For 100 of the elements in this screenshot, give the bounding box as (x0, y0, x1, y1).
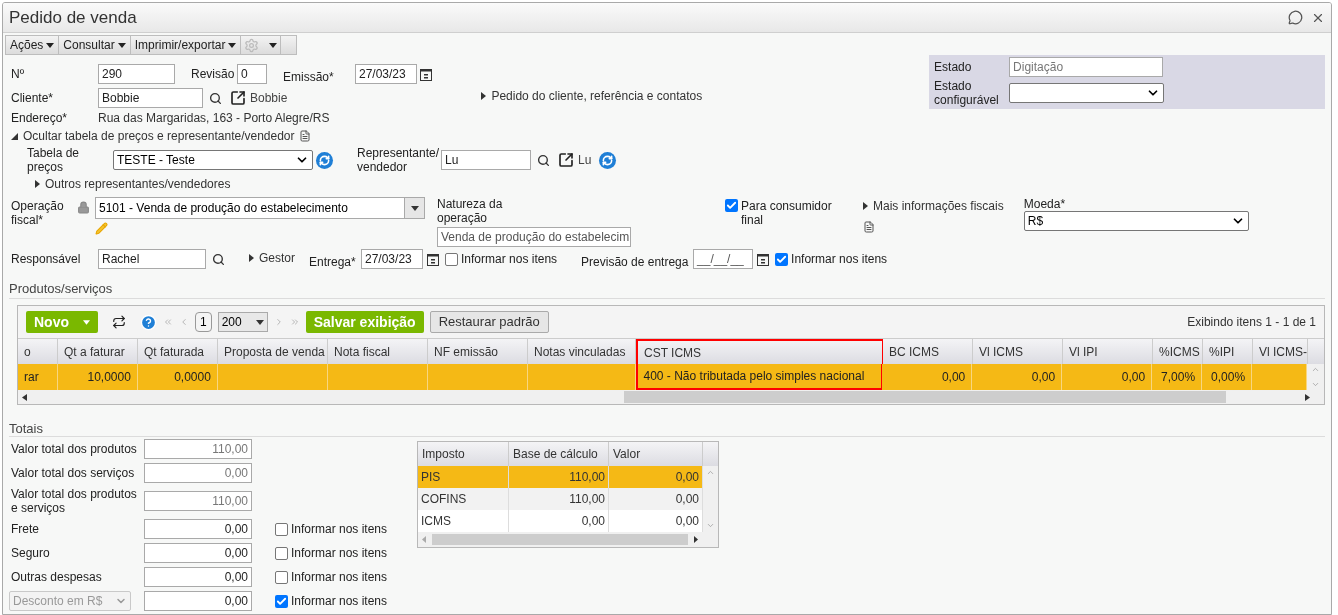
scroll-right-icon[interactable] (694, 536, 698, 543)
toggle-link[interactable]: Outros representantes/vendedores (45, 175, 231, 193)
toggle-link[interactable]: Ocultar tabela de preços e representante/vendedor (23, 127, 295, 145)
page-size-dropdown[interactable]: 200 (217, 312, 268, 332)
toggle-link[interactable]: Pedido do cliente, referência e contatos (491, 87, 703, 105)
checkbox[interactable] (725, 199, 738, 212)
input-field[interactable]: Digitação (1009, 57, 1164, 77)
input-field[interactable]: 27/03/23 (355, 64, 417, 84)
field-label: Nº (11, 67, 26, 81)
restore-default-button[interactable]: Restaurar padrão (429, 311, 549, 333)
caret-icon (255, 319, 264, 325)
checkbox[interactable] (775, 252, 789, 266)
field-label: Valor total dos produtos (11, 442, 138, 456)
field-label: Informar nos itens (461, 252, 558, 266)
search-icon[interactable] (209, 91, 222, 105)
input-field[interactable]: Bobbie (98, 88, 203, 108)
checkbox[interactable] (275, 594, 288, 608)
field-label: Valor total dos produtos e serviços (11, 487, 138, 515)
checkbox[interactable] (275, 570, 288, 584)
input-field[interactable]: __/__/__ (693, 249, 754, 269)
scroll-right-icon[interactable] (1305, 393, 1310, 401)
calendar-icon[interactable] (757, 252, 770, 266)
external-link-icon[interactable] (230, 90, 246, 106)
input-field[interactable]: 290 (98, 64, 175, 84)
checkbox[interactable] (275, 546, 288, 560)
external-link-icon[interactable] (558, 152, 574, 168)
caret-icon (269, 42, 278, 48)
fiscal-operation-dropdown[interactable]: 5101 - Venda de produção do estabelecimento (95, 197, 425, 219)
help-icon[interactable] (140, 313, 157, 331)
table-row[interactable]: COFINS 110,00 0,00 (418, 488, 703, 510)
toggle-link[interactable]: Gestor (259, 249, 295, 267)
scroll-left-icon[interactable] (22, 393, 27, 401)
toggle-link[interactable]: Mais informações fiscais (873, 197, 1004, 215)
input-field[interactable]: 0,00 (144, 543, 252, 563)
scrollbar-thumb[interactable] (432, 534, 688, 545)
field-label: Estado configurável (934, 79, 1000, 107)
field-label: Representante/ vendedor (357, 146, 441, 174)
field-label: Informar nos itens (291, 570, 388, 584)
dropdown[interactable]: R$ (1023, 211, 1249, 231)
input-field[interactable]: 0,00 (144, 591, 252, 611)
document-icon[interactable] (863, 221, 875, 233)
collapse-icon[interactable] (11, 132, 18, 140)
refresh-icon[interactable] (112, 315, 126, 329)
horizontal-scrollbar[interactable] (18, 390, 1324, 404)
expand-icon[interactable] (863, 202, 868, 210)
caret-icon (410, 205, 419, 211)
address-text: Rua das Margaridas, 163 - Porto Alegre/RS (98, 110, 330, 127)
field-label: Entrega* (309, 255, 357, 269)
expand-icon[interactable] (249, 254, 254, 262)
document-icon[interactable] (298, 130, 311, 142)
input-field[interactable]: 0,00 (144, 519, 252, 539)
field-label: Tabela de preços (27, 146, 81, 174)
calendar-icon[interactable] (427, 252, 439, 266)
menu-button[interactable]: Ações (6, 36, 60, 54)
field-label: Natureza da operação (437, 197, 504, 225)
checkbox[interactable] (275, 522, 288, 536)
checkbox[interactable] (445, 252, 458, 266)
input-field[interactable]: Lu (441, 150, 531, 170)
input-field[interactable]: 0,00 (144, 463, 252, 483)
lock-icon (77, 201, 90, 214)
calendar-icon[interactable] (420, 67, 432, 81)
client-link[interactable]: Bobbie (250, 89, 288, 107)
scrollbar-thumb[interactable] (624, 391, 1226, 403)
menu-button[interactable]: Consultar (59, 36, 131, 54)
field-label: Para consumidor final (741, 199, 833, 227)
table-row[interactable]: PIS 110,00 0,00 (418, 466, 703, 488)
page-number-field[interactable]: 1 (195, 312, 212, 332)
field-label: Responsável (11, 252, 82, 266)
input-field[interactable]: 0 (237, 64, 267, 84)
horizontal-scrollbar[interactable] (418, 532, 718, 547)
field-label: Endereço* (11, 111, 69, 125)
search-icon[interactable] (212, 252, 225, 266)
caret-icon (83, 319, 90, 325)
input-field[interactable]: 0,00 (144, 567, 252, 587)
table-row[interactable]: rar 10,0000 0,0000 400 - Não tributada pelo simples nacional 0,00 0,00 0,00 7,00% 0,00% (18, 364, 1324, 390)
field-label: Estado (934, 60, 973, 74)
input-field[interactable]: 110,00 (144, 439, 252, 459)
dropdown[interactable]: TESTE - Teste (113, 150, 313, 170)
expand-icon[interactable] (481, 92, 487, 100)
expand-icon[interactable] (35, 180, 40, 188)
field-label: Seguro (11, 546, 51, 560)
field-label: Informar nos itens (791, 252, 888, 266)
section-title: Produtos/serviços (9, 279, 113, 298)
search-icon[interactable] (537, 153, 550, 167)
field-label: Informar nos itens (291, 546, 388, 560)
field-label: Operação fiscal* (11, 199, 65, 227)
field-label: Outras despesas (11, 570, 103, 584)
menu-button[interactable]: Imprimir/exportar (130, 36, 242, 54)
representative-link[interactable]: Lu (578, 151, 592, 169)
input-field[interactable]: 110,00 (144, 491, 252, 511)
input-field[interactable]: Rachel (98, 249, 206, 269)
input-field[interactable]: Venda de produção do estabelecim (437, 227, 631, 247)
comment-icon[interactable] (1288, 10, 1303, 25)
caret-icon (117, 42, 126, 48)
field-label: Frete (11, 522, 40, 536)
field-label: Informar nos itens (291, 594, 388, 608)
input-field[interactable]: 27/03/23 (361, 249, 423, 269)
field-label: Cliente* (11, 91, 55, 105)
dropdown[interactable] (1009, 83, 1165, 103)
field-label: Valor total dos serviços (11, 466, 136, 480)
